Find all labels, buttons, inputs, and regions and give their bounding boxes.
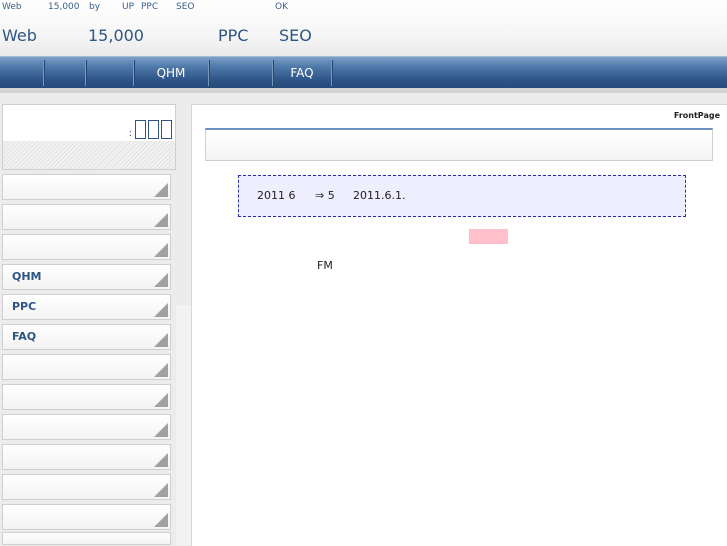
nav-separator: [85, 60, 87, 86]
main-content: FrontPage 2011 6 ⇒ 5 2011.6.1. FM: [191, 104, 727, 546]
tagline-word: PPC: [141, 2, 159, 12]
notice-text: 2011.6.1.: [353, 189, 406, 202]
tagline-word: Web: [2, 2, 22, 12]
nav-item-qhm[interactable]: QHM: [134, 57, 208, 89]
tagline-word: OK: [275, 2, 288, 12]
main-nav: QHM FAQ: [0, 56, 727, 89]
site-title-word: SEO: [279, 26, 312, 45]
corner-triangle-icon: [154, 483, 168, 497]
nav-separator: [331, 60, 333, 86]
sidebar-item[interactable]: [2, 384, 171, 410]
nav-separator: [43, 60, 45, 86]
sidebar-header-box: :: [2, 104, 176, 170]
corner-triangle-icon: [154, 333, 168, 347]
placeholder-glyph-icon: [161, 120, 172, 139]
sidebar-item-ppc[interactable]: PPC: [2, 294, 171, 320]
site-title-word: 15,000: [88, 26, 144, 45]
corner-triangle-icon: [154, 513, 168, 527]
sidebar-item-faq[interactable]: FAQ: [2, 324, 171, 350]
sidebar-hatch-strip: [3, 141, 175, 169]
sidebar-item[interactable]: [2, 532, 171, 545]
corner-triangle-icon: [154, 213, 168, 227]
notice-box: 2011 6 ⇒ 5 2011.6.1.: [238, 175, 686, 217]
sidebar-header-glyphs: :: [129, 117, 172, 139]
sidebar: : QHM PPC FAQ: [0, 104, 176, 545]
sidebar-item-qhm[interactable]: QHM: [2, 264, 171, 290]
sidebar-item[interactable]: [2, 234, 171, 260]
corner-triangle-icon: [154, 393, 168, 407]
sidebar-item-label: QHM: [12, 270, 42, 283]
highlight-block: [469, 229, 508, 244]
sidebar-item-label: FAQ: [12, 330, 37, 343]
placeholder-glyph-icon: [135, 120, 146, 139]
corner-triangle-icon: [154, 363, 168, 377]
sidebar-item[interactable]: [2, 444, 171, 470]
corner-triangle-icon: [154, 243, 168, 257]
site-title[interactable]: Web 15,000 PPC SEO: [0, 26, 727, 48]
tagline-word: UP: [122, 2, 135, 12]
placeholder-glyph-icon: [148, 120, 159, 139]
sidebar-item-label: PPC: [12, 300, 37, 313]
site-tagline: Web 15,000 by UP PPC SEO OK: [0, 2, 727, 14]
sidebar-item[interactable]: [2, 474, 171, 500]
sidebar-item[interactable]: [2, 204, 171, 230]
gutter: [176, 305, 191, 545]
corner-triangle-icon: [154, 273, 168, 287]
site-title-word: PPC: [218, 26, 249, 45]
site-header: Web 15,000 by UP PPC SEO OK Web 15,000 P…: [0, 0, 727, 56]
sidebar-item[interactable]: [2, 354, 171, 380]
content-text: FM: [317, 259, 333, 272]
sidebar-item[interactable]: [2, 414, 171, 440]
sidebar-item[interactable]: [2, 174, 171, 200]
page-name-label[interactable]: FrontPage: [674, 111, 720, 120]
corner-triangle-icon: [154, 183, 168, 197]
tagline-word: SEO: [176, 2, 195, 12]
notice-text: ⇒ 5: [315, 189, 335, 202]
page-title-box: [205, 128, 713, 161]
nav-item-faq[interactable]: FAQ: [273, 57, 331, 89]
tagline-word: 15,000: [48, 2, 80, 12]
nav-bottom-border: [0, 88, 727, 93]
corner-triangle-icon: [154, 453, 168, 467]
corner-triangle-icon: [154, 303, 168, 317]
notice-text: 2011 6: [257, 189, 296, 202]
sidebar-item[interactable]: [2, 504, 171, 530]
tagline-word: by: [89, 2, 101, 12]
site-title-word: Web: [2, 26, 37, 45]
nav-separator: [208, 60, 210, 86]
corner-triangle-icon: [154, 423, 168, 437]
